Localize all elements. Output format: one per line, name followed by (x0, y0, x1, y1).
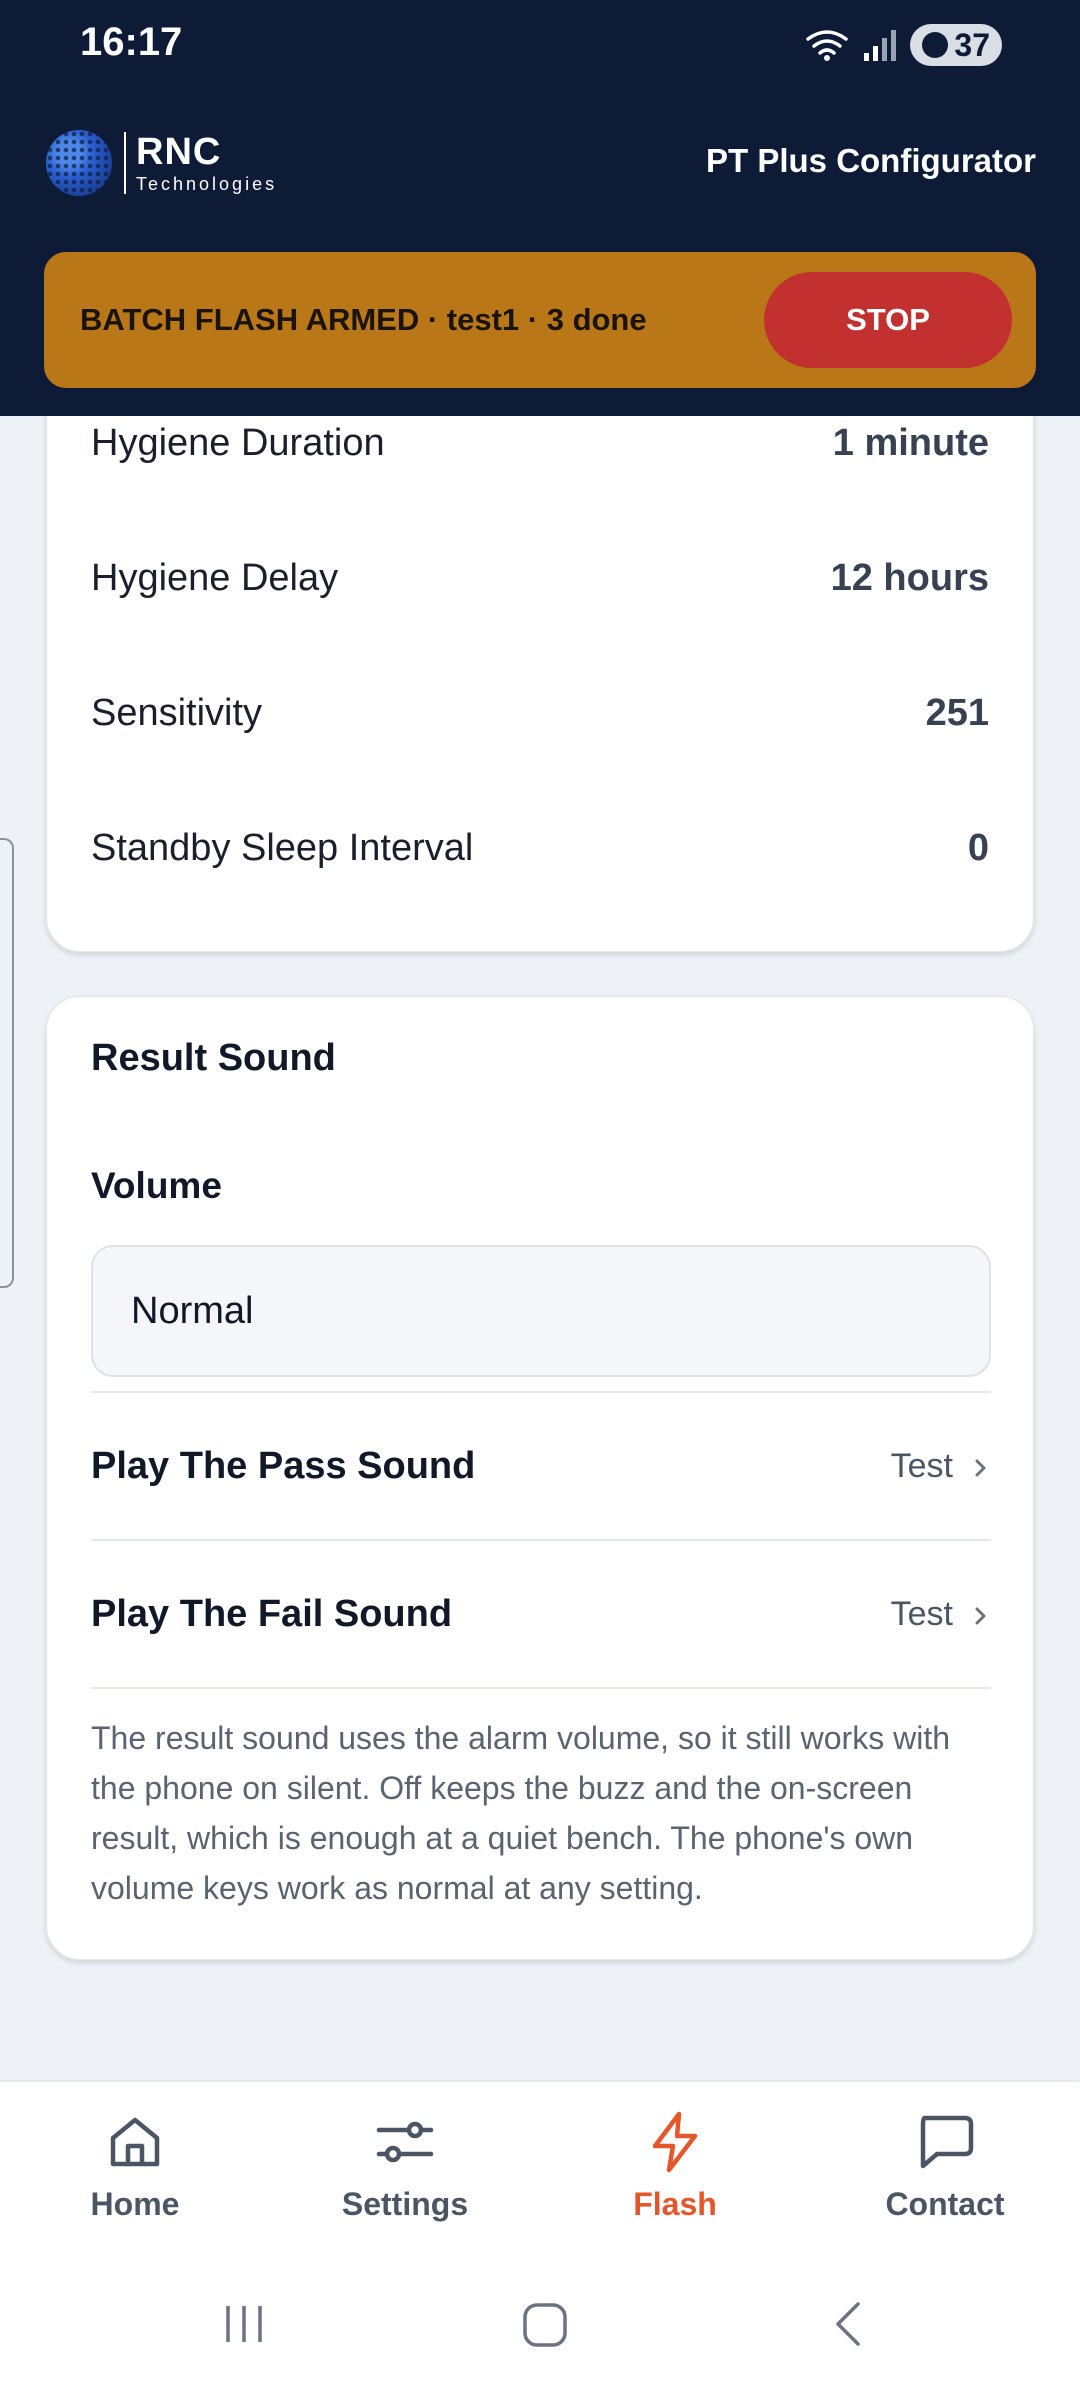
setting-row-hygiene-delay[interactable]: Hygiene Delay 12 hours (91, 548, 989, 608)
play-pass-sound-label: Play The Pass Sound (91, 1444, 476, 1487)
home-button-icon[interactable] (520, 2300, 570, 2350)
logo-main-text: RNC (136, 131, 222, 173)
setting-label: Hygiene Duration (91, 421, 385, 464)
setting-label: Hygiene Delay (91, 556, 339, 599)
app-header: 16:17 37 RNC Technologies PT Plus Config… (0, 0, 1080, 416)
side-drawer-handle[interactable] (0, 838, 14, 1288)
status-icons: 37 (804, 24, 1002, 66)
chevron-right-icon (975, 1607, 986, 1625)
setting-label: Standby Sleep Interval (91, 826, 474, 869)
app-title: PT Plus Configurator (706, 142, 1036, 179)
result-sound-note: The result sound uses the alarm volume, … (91, 1720, 950, 1906)
test-label: Test (890, 1594, 953, 1633)
section-title: Result Sound (91, 1037, 336, 1079)
nav-item-contact[interactable]: Contact (810, 2082, 1080, 2256)
nav-label: Settings (341, 2186, 469, 2222)
back-icon[interactable] (826, 2300, 874, 2348)
play-pass-sound-row[interactable]: Play The Pass Sound Test (91, 1393, 991, 1539)
test-label: Test (890, 1446, 953, 1485)
setting-row-sensitivity[interactable]: Sensitivity 251 (91, 683, 989, 743)
setting-value: 0 (967, 826, 989, 869)
setting-label: Sensitivity (91, 691, 263, 734)
wifi-icon (806, 30, 849, 61)
lightning-icon (652, 2111, 698, 2173)
setting-value: 12 hours (830, 556, 989, 599)
battery-level: 37 (954, 26, 990, 63)
play-fail-sound-label: Play The Fail Sound (91, 1592, 453, 1635)
device-settings-card: Hygiene Duration 1 minute Hygiene Delay … (46, 340, 1034, 952)
nav-item-settings[interactable]: Settings (270, 2082, 540, 2256)
home-icon (110, 2117, 160, 2167)
battery-saver-icon (922, 32, 949, 58)
company-logo: RNC Technologies (46, 130, 277, 196)
nav-label: Flash (633, 2186, 717, 2222)
recent-apps-icon[interactable] (220, 2300, 268, 2348)
play-fail-sound-row[interactable]: Play The Fail Sound Test (91, 1541, 991, 1687)
stop-button[interactable]: STOP (764, 272, 1012, 368)
batch-flash-banner: BATCH FLASH ARMED · test1 · 3 done STOP (44, 252, 1036, 388)
bottom-nav: Home Settings Flash Contact (0, 2080, 1080, 2256)
setting-value: 1 minute (832, 421, 989, 464)
globe-icon (46, 130, 112, 196)
volume-label: Volume (91, 1165, 222, 1206)
logo-divider (124, 132, 126, 194)
setting-row-hygiene-duration[interactable]: Hygiene Duration 1 minute (91, 413, 989, 473)
nav-label: Contact (885, 2186, 1005, 2222)
divider (91, 1687, 991, 1689)
test-pass-sound-button[interactable]: Test (891, 1447, 991, 1486)
volume-value: Normal (131, 1289, 254, 1332)
signal-icon (864, 30, 897, 61)
chat-bubble-icon (920, 2115, 974, 2169)
nav-item-flash[interactable]: Flash (540, 2082, 810, 2256)
setting-row-standby-sleep-interval[interactable]: Standby Sleep Interval 0 (91, 818, 989, 878)
nav-label: Home (90, 2186, 180, 2222)
chevron-right-icon (975, 1459, 986, 1477)
volume-select[interactable]: Normal (91, 1245, 991, 1377)
sliders-icon (376, 2121, 434, 2163)
system-nav-bar (0, 2256, 1080, 2400)
test-fail-sound-button[interactable]: Test (891, 1595, 991, 1634)
banner-text: BATCH FLASH ARMED · test1 · 3 done (80, 302, 647, 337)
battery-indicator: 37 (910, 24, 1002, 66)
result-sound-card: Result Sound Volume Normal Play The Pass… (46, 996, 1034, 1960)
logo-sub-text: Technologies (136, 174, 278, 194)
setting-value: 251 (925, 691, 989, 734)
status-time: 16:17 (80, 20, 183, 64)
nav-item-home[interactable]: Home (0, 2082, 270, 2256)
